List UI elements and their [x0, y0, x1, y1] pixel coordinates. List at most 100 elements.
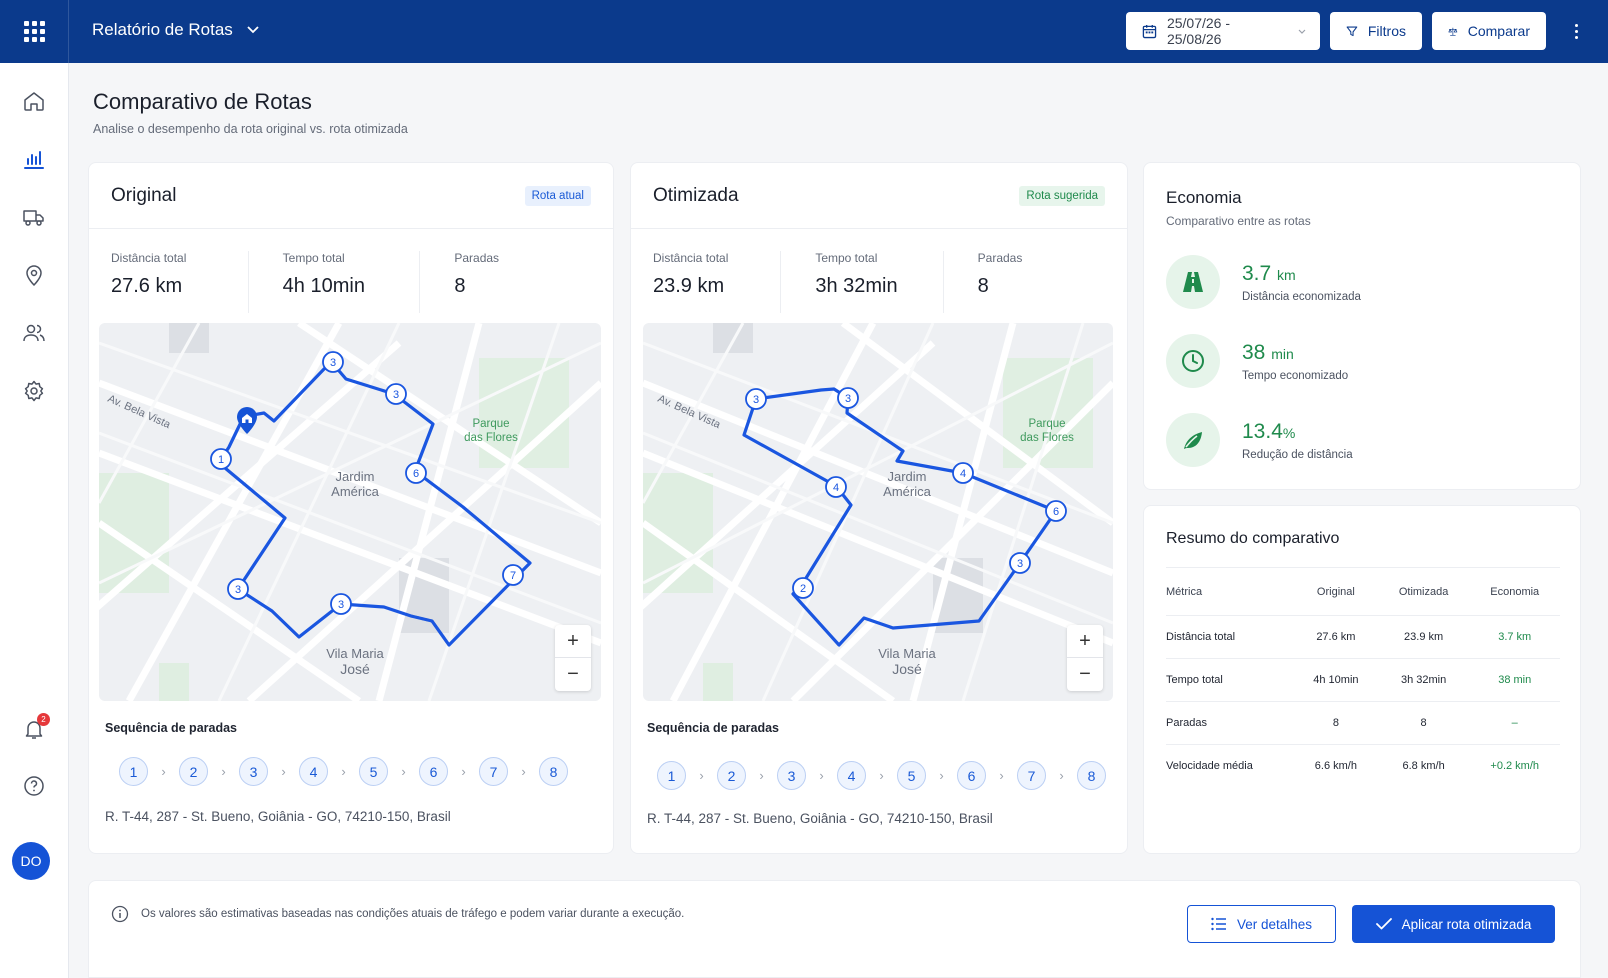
svg-text:3: 3: [393, 389, 399, 401]
help-icon[interactable]: [22, 774, 46, 798]
map-zoom-controls: + −: [1067, 625, 1103, 691]
stop-node[interactable]: 2: [717, 761, 746, 790]
chevron-right-icon: ›: [879, 768, 884, 783]
disclaimer-text: Os valores são estimativas baseadas nas …: [141, 908, 685, 920]
scale-icon: [1448, 27, 1458, 36]
economy-title: Economia: [1166, 188, 1242, 207]
original-route-card: Original Rota atual Distância total 27.6…: [88, 162, 614, 854]
table-row: Paradas 8 8–: [1166, 701, 1560, 745]
zoom-out-button[interactable]: −: [555, 658, 591, 691]
route-markers: 3 3 6 1 3 3 7: [210, 351, 524, 615]
chart-icon[interactable]: [22, 147, 46, 171]
stop-node[interactable]: 5: [897, 761, 926, 790]
location-icon[interactable]: [22, 263, 46, 287]
stop-node[interactable]: 3: [777, 761, 806, 790]
sequence-title: Sequência de paradas: [647, 721, 780, 735]
stop-node[interactable]: 6: [957, 761, 986, 790]
sidebar: 2 DO: [0, 63, 69, 978]
check-icon: [1375, 918, 1392, 930]
table-row: Velocidade média 6.6 km/h 6.8 km/h +0.2 km/…: [1166, 744, 1560, 788]
summary-table: Métrica Original Otimizada Economia Dist…: [1166, 567, 1560, 788]
stop-node[interactable]: 1: [657, 761, 686, 790]
svg-text:3: 3: [330, 357, 336, 369]
economy-subtitle: Comparativo entre as rotas: [1166, 214, 1311, 228]
svg-text:3: 3: [235, 584, 241, 596]
home-icon[interactable]: [22, 89, 46, 113]
notifications-button[interactable]: 2: [22, 713, 50, 741]
chevron-down-icon: [247, 26, 259, 34]
stop-node[interactable]: 6: [419, 757, 448, 786]
apps-menu-button[interactable]: [0, 0, 69, 63]
truck-icon[interactable]: [22, 205, 46, 229]
summary-card: Resumo do comparativo Métrica Original O…: [1143, 505, 1581, 854]
stop-node[interactable]: 4: [299, 757, 328, 786]
stop-node[interactable]: 5: [359, 757, 388, 786]
leaf-icon: [1166, 413, 1220, 467]
optimized-route-map[interactable]: Av. Bela Vista Parque das Flores Jardim …: [643, 323, 1113, 701]
stop-node[interactable]: 8: [539, 757, 568, 786]
avatar[interactable]: DO: [12, 842, 50, 880]
original-title: Original: [111, 184, 177, 206]
stop-node[interactable]: 3: [239, 757, 268, 786]
suggested-route-tag: Rota sugerida: [1019, 185, 1105, 206]
stop-node[interactable]: 8: [1077, 761, 1106, 790]
stop-node[interactable]: 7: [479, 757, 508, 786]
info-icon: [111, 905, 129, 923]
zoom-out-button[interactable]: −: [1067, 658, 1103, 691]
optimized-title: Otimizada: [653, 184, 739, 206]
svg-text:6: 6: [1053, 506, 1059, 518]
chevron-right-icon: ›: [939, 768, 944, 783]
compare-button[interactable]: Comparar: [1432, 12, 1546, 50]
zoom-in-button[interactable]: +: [555, 625, 591, 658]
optimized-route-card: Otimizada Rota sugerida Distância total …: [630, 162, 1128, 854]
page-title: Comparativo de Rotas: [93, 89, 312, 114]
stat-stops: Paradas 8: [454, 251, 500, 297]
economy-card: Economia Comparativo entre as rotas 3.7 …: [1143, 162, 1581, 490]
apps-grid-icon: [23, 21, 45, 42]
report-selector[interactable]: Relatório de Rotas: [92, 20, 259, 40]
filter-icon: [1346, 26, 1358, 36]
table-row: Tempo total 4h 10min 3h 32min 38 min: [1166, 658, 1560, 702]
svg-text:1: 1: [218, 454, 224, 466]
page-subtitle: Analise o desempenho da rota original vs…: [93, 122, 408, 136]
table-header-row: Métrica Original Otimizada Economia: [1166, 567, 1560, 616]
stop-node[interactable]: 2: [179, 757, 208, 786]
stat-stops: Paradas 8: [977, 251, 1023, 297]
chevron-right-icon: ›: [281, 764, 286, 779]
zoom-in-button[interactable]: +: [1067, 625, 1103, 658]
more-options-icon[interactable]: [1564, 12, 1588, 50]
calendar-icon: [1142, 24, 1157, 38]
stop-sequence: 1 › 2 › 3 › 4 › 5 › 6 › 7 › 8: [657, 761, 1106, 790]
svg-text:3: 3: [1017, 558, 1023, 570]
top-bar: Relatório de Rotas 25/07/26 - 25/08/26 F…: [0, 0, 1608, 63]
date-range-picker[interactable]: 25/07/26 - 25/08/26: [1126, 12, 1320, 50]
chevron-down-icon: [1298, 29, 1306, 34]
current-route-tag: Rota atual: [524, 185, 591, 206]
stat-time: Tempo total 4h 10min: [249, 251, 421, 313]
address: R. T-44, 287 - St. Bueno, Goiânia - GO, …: [647, 811, 993, 826]
stat-distance: Distância total 27.6 km: [111, 251, 249, 313]
filters-button[interactable]: Filtros: [1330, 12, 1422, 50]
compare-label: Comparar: [1467, 23, 1530, 39]
chevron-right-icon: ›: [221, 764, 226, 779]
road-icon: [1166, 255, 1220, 309]
svg-text:3: 3: [753, 394, 759, 406]
chevron-right-icon: ›: [401, 764, 406, 779]
view-details-button[interactable]: Ver detalhes: [1187, 905, 1336, 943]
svg-text:2: 2: [800, 583, 806, 595]
summary-title: Resumo do comparativo: [1166, 530, 1340, 547]
stop-node[interactable]: 7: [1017, 761, 1046, 790]
notification-badge: 2: [37, 713, 50, 726]
settings-icon[interactable]: [22, 379, 46, 403]
original-route-map[interactable]: Av. Bela Vista Parque das Flores Jardim …: [99, 323, 601, 701]
stat-time: Tempo total 3h 32min: [781, 251, 944, 313]
svg-text:6: 6: [413, 468, 419, 480]
stop-node[interactable]: 4: [837, 761, 866, 790]
stop-sequence: 1 › 2 › 3 › 4 › 5 › 6 › 7 › 8: [119, 757, 568, 786]
apply-optimized-route-button[interactable]: Aplicar rota otimizada: [1352, 905, 1555, 943]
stop-node[interactable]: 1: [119, 757, 148, 786]
users-icon[interactable]: [22, 321, 46, 345]
chevron-right-icon: ›: [521, 764, 526, 779]
route-markers: 3 3 4 4 6 3 2: [745, 387, 1067, 599]
economy-time: 38 min Tempo economizado: [1166, 334, 1348, 388]
